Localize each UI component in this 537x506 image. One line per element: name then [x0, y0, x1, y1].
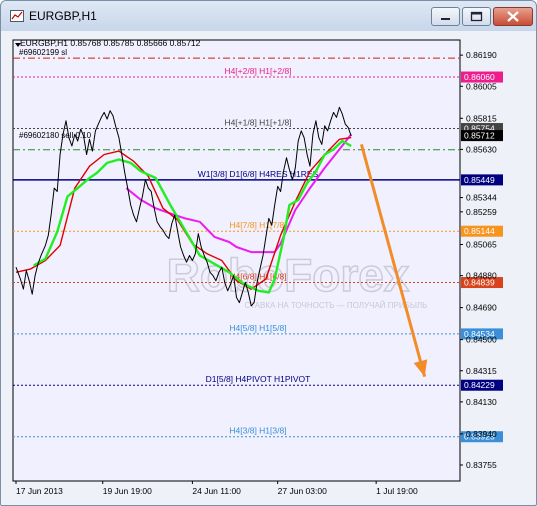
- x-tick-label-2: 24 Jun 11:00: [192, 486, 241, 496]
- maximize-icon: [470, 11, 483, 22]
- y-tick-label-8: 0.84690: [466, 303, 497, 313]
- y-tick-label-7: 0.84880: [466, 271, 497, 281]
- minimize-icon: [441, 18, 450, 20]
- y-tick-label-13: 0.83755: [466, 460, 497, 470]
- y-tick-label-5: 0.85259: [466, 207, 497, 217]
- level-label-1: H4[+1/8] H1[+1/8]: [224, 118, 291, 128]
- y-tick-label-1: 0.86005: [466, 81, 497, 91]
- symbol-info: EURGBP,H1 0.85768 0.85785 0.85666 0.8571…: [20, 38, 201, 48]
- order-label-sell: #69602180 sell 0.10: [19, 131, 92, 140]
- level-label-0: H4[+2/8] H1[+2/8]: [224, 66, 291, 76]
- maximize-button[interactable]: [462, 7, 491, 26]
- level-badge-text-7: 0.84229: [464, 380, 495, 390]
- x-tick-label-3: 27 Jun 03:00: [278, 486, 327, 496]
- x-tick-label-1: 19 Jun 19:00: [103, 486, 152, 496]
- level-badge-text-3: 0.85449: [464, 175, 495, 185]
- y-tick-label-2: 0.85815: [466, 113, 497, 123]
- y-tick-label-11: 0.84130: [466, 397, 497, 407]
- level-badge-text-4: 0.85144: [464, 226, 495, 236]
- x-tick-label-0: 17 Jun 2013: [16, 486, 63, 496]
- y-tick-label-0: 0.86190: [466, 50, 497, 60]
- close-icon: [507, 11, 519, 22]
- price-chart[interactable]: RoboForex СТАВКА НА ТОЧНОСТЬ — ПОЛУЧАЙ П…: [6, 33, 532, 501]
- close-button[interactable]: [493, 7, 533, 26]
- order-label-sl: #69602199 sl: [19, 48, 67, 57]
- x-tick-label-4: 1 Jul 19:00: [376, 486, 418, 496]
- y-tick-label-3: 0.85630: [466, 144, 497, 154]
- level-badge-text-2: 0.85712: [464, 131, 495, 141]
- title-bar[interactable]: EURGBP,H1: [1, 1, 536, 31]
- level-label-3: W1[3/8] D1[6/8] H4RES H1RES: [198, 169, 319, 179]
- chart-app-icon: [10, 10, 24, 22]
- window-title: EURGBP,H1: [29, 9, 97, 23]
- watermark-subtext: СТАВКА НА ТОЧНОСТЬ — ПОЛУЧАЙ ПРИБЫЛЬ: [245, 301, 428, 310]
- level-label-4: H4[7/8] H1[7/8]: [229, 220, 286, 230]
- level-label-6: H4[5/8] H1[5/8]: [229, 323, 286, 333]
- y-tick-label-9: 0.84500: [466, 335, 497, 345]
- y-tick-label-12: 0.83940: [466, 429, 497, 439]
- minimize-button[interactable]: [431, 7, 460, 26]
- y-tick-label-6: 0.85065: [466, 240, 497, 250]
- y-tick-label-10: 0.84315: [466, 366, 497, 376]
- level-label-8: H4[3/8] H1[3/8]: [229, 426, 286, 436]
- level-label-7: D1[5/8] H4PIVOT H1PIVOT: [206, 374, 311, 384]
- chart-window: EURGBP,H1 RoboForex СТАВКА НА ТОЧНОСТЬ —…: [0, 0, 537, 506]
- y-tick-label-4: 0.85344: [466, 193, 497, 203]
